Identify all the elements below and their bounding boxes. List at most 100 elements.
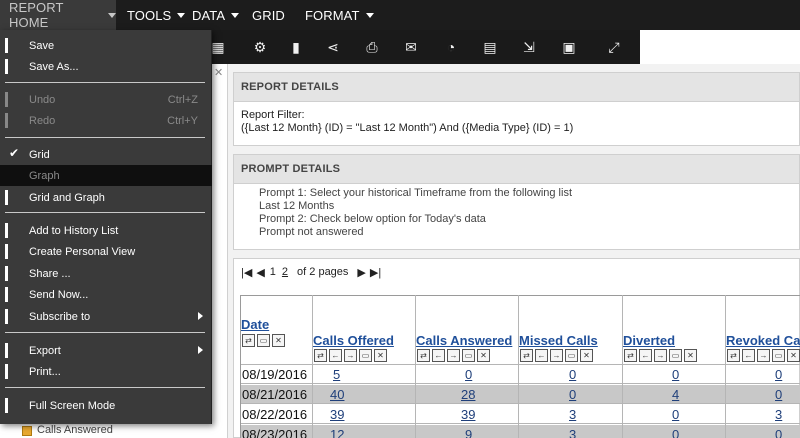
- cell-diverted[interactable]: 4: [672, 387, 679, 402]
- window-icon[interactable]: ▭: [669, 349, 682, 362]
- remove-icon[interactable]: ✕: [684, 349, 697, 362]
- column-header-calls-answered[interactable]: Calls Answered: [416, 333, 512, 348]
- menu-item-grid-and-graph[interactable]: Grid and Graph: [0, 187, 212, 208]
- menu-tools[interactable]: TOOLS: [116, 0, 186, 30]
- report-window: REPORT HOME TOOLS DATA GRID FORMAT ▦ ⚙ ▮…: [0, 0, 800, 438]
- close-icon[interactable]: ✕: [214, 66, 223, 79]
- column-header-calls-offered[interactable]: Calls Offered: [313, 333, 394, 348]
- menu-item-graph[interactable]: Graph: [0, 165, 212, 186]
- move-right-icon[interactable]: →: [757, 349, 770, 362]
- pivot-icon[interactable]: ⇄: [314, 349, 327, 362]
- menu-data[interactable]: DATA: [180, 0, 240, 30]
- window-icon[interactable]: ▭: [462, 349, 475, 362]
- menu-item-send-now[interactable]: Send Now...: [0, 284, 212, 305]
- menu-format[interactable]: FORMAT: [296, 0, 376, 30]
- cell-revoked[interactable]: 0: [775, 427, 782, 438]
- page-summary: of 2 pages: [297, 266, 349, 278]
- cell-offered[interactable]: 12: [330, 427, 344, 438]
- menu-item-export[interactable]: Export: [0, 340, 212, 361]
- prev-page-icon[interactable]: ◀: [256, 266, 264, 279]
- move-right-icon[interactable]: →: [550, 349, 563, 362]
- page-2-link[interactable]: 2: [282, 266, 288, 278]
- objects-panel-edge: [212, 64, 228, 438]
- chevron-right-icon: [198, 312, 203, 320]
- menu-item-shortcut: Ctrl+Z: [167, 93, 198, 106]
- window-icon[interactable]: ▭: [257, 334, 270, 347]
- column-header-diverted[interactable]: Diverted: [623, 333, 675, 348]
- cell-missed[interactable]: 3: [569, 427, 576, 438]
- cell-answered[interactable]: 9: [465, 427, 472, 438]
- menu-item-grid[interactable]: ✔ Grid: [0, 144, 212, 165]
- remove-icon[interactable]: ✕: [580, 349, 593, 362]
- menu-item-full-screen[interactable]: Full Screen Mode: [0, 395, 212, 416]
- bookmark-icon[interactable]: ▮: [281, 30, 311, 64]
- cell-answered[interactable]: 28: [461, 387, 475, 402]
- menu-item-print[interactable]: Print...: [0, 361, 212, 382]
- cell-answered[interactable]: 0: [465, 367, 472, 382]
- cell-diverted[interactable]: 0: [672, 407, 679, 422]
- cell-missed[interactable]: 0: [569, 387, 576, 402]
- move-left-icon[interactable]: ←: [639, 349, 652, 362]
- menu-report-home[interactable]: REPORT HOME: [0, 0, 116, 30]
- cell-diverted[interactable]: 0: [672, 427, 679, 438]
- first-page-icon[interactable]: |◀: [241, 266, 252, 279]
- menu-item-save[interactable]: Save: [0, 35, 212, 56]
- cell-answered[interactable]: 39: [461, 407, 475, 422]
- cell-missed[interactable]: 3: [569, 407, 576, 422]
- pivot-icon[interactable]: ⇄: [242, 334, 255, 347]
- menu-item-add-to-history[interactable]: Add to History List: [0, 220, 212, 241]
- grid-icon[interactable]: ▤: [475, 30, 505, 64]
- objects-panel-item[interactable]: Calls Answered: [0, 424, 212, 438]
- pivot-icon[interactable]: ⇄: [727, 349, 740, 362]
- last-page-icon[interactable]: ▶|: [370, 266, 381, 279]
- cell-offered[interactable]: 39: [330, 407, 344, 422]
- move-left-icon[interactable]: ←: [535, 349, 548, 362]
- send-icon[interactable]: ✉: [396, 30, 426, 64]
- menu-grid[interactable]: GRID: [240, 0, 296, 30]
- cell-diverted[interactable]: 0: [672, 367, 679, 382]
- fullscreen-icon[interactable]: ⤢: [599, 30, 629, 64]
- pdf-icon[interactable]: ▣: [554, 30, 584, 64]
- cell-revoked[interactable]: 0: [775, 367, 782, 382]
- menu-divider: [5, 387, 205, 388]
- cell-revoked[interactable]: 0: [775, 387, 782, 402]
- menu-item-share[interactable]: Share ...: [0, 263, 212, 284]
- menu-item-subscribe-to[interactable]: Subscribe to: [0, 306, 212, 327]
- share-icon[interactable]: ⋖: [318, 30, 348, 64]
- remove-icon[interactable]: ✕: [477, 349, 490, 362]
- menu-item-create-personal-view[interactable]: Create Personal View: [0, 241, 212, 262]
- column-header-date[interactable]: Date: [241, 317, 269, 332]
- remove-icon[interactable]: ✕: [374, 349, 387, 362]
- remove-icon[interactable]: ✕: [272, 334, 285, 347]
- export-icon[interactable]: ⇲: [514, 30, 544, 64]
- menu-item-label: Subscribe to: [29, 310, 91, 323]
- gear-export-icon[interactable]: ⚙: [245, 30, 275, 64]
- column-header-revoked[interactable]: Revoked Ca: [726, 333, 800, 348]
- window-icon[interactable]: ▭: [565, 349, 578, 362]
- move-left-icon[interactable]: ←: [329, 349, 342, 362]
- move-left-icon[interactable]: ←: [742, 349, 755, 362]
- print-icon[interactable]: ⎙: [357, 30, 387, 64]
- menu-marker: [5, 364, 8, 379]
- move-left-icon[interactable]: ←: [432, 349, 445, 362]
- next-page-icon[interactable]: ▶: [357, 266, 365, 279]
- window-icon[interactable]: ▭: [772, 349, 785, 362]
- menu-item-label: Save: [29, 39, 55, 52]
- cell-missed[interactable]: 0: [569, 367, 576, 382]
- move-right-icon[interactable]: →: [344, 349, 357, 362]
- pivot-icon[interactable]: ⇄: [520, 349, 533, 362]
- column-header-missed-calls[interactable]: Missed Calls: [519, 333, 598, 348]
- column-divider: [312, 295, 313, 438]
- schedule-icon[interactable]: ◔: [436, 30, 466, 64]
- cell-offered[interactable]: 40: [330, 387, 344, 402]
- pivot-icon[interactable]: ⇄: [624, 349, 637, 362]
- pivot-icon[interactable]: ⇄: [417, 349, 430, 362]
- remove-icon[interactable]: ✕: [787, 349, 800, 362]
- move-right-icon[interactable]: →: [654, 349, 667, 362]
- move-right-icon[interactable]: →: [447, 349, 460, 362]
- page-1[interactable]: 1: [270, 266, 276, 278]
- cell-revoked[interactable]: 3: [775, 407, 782, 422]
- menu-item-save-as[interactable]: Save As...: [0, 56, 212, 77]
- cell-offered[interactable]: 5: [333, 367, 340, 382]
- window-icon[interactable]: ▭: [359, 349, 372, 362]
